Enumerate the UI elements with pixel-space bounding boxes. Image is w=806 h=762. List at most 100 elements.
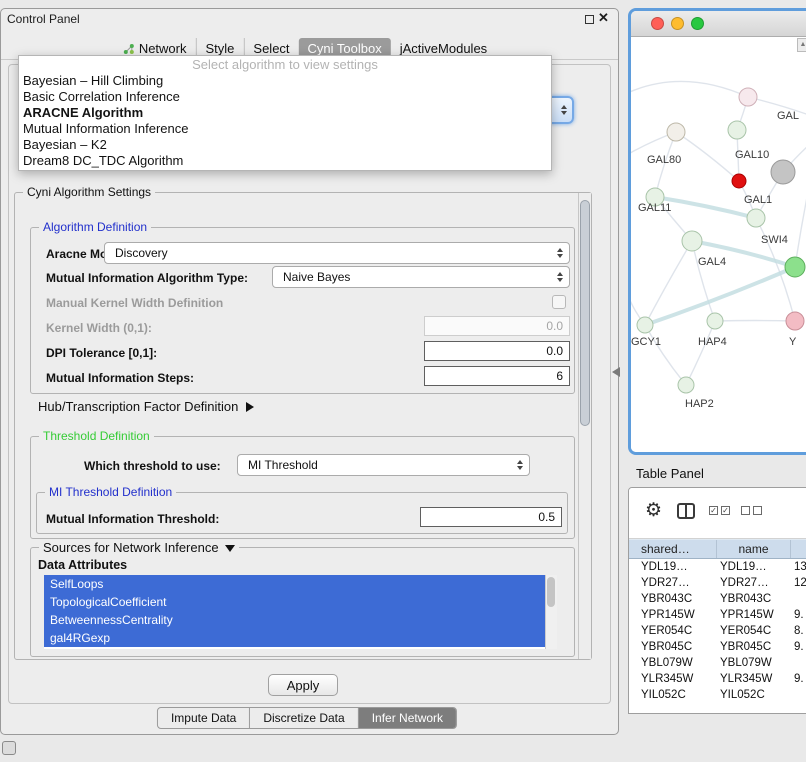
network-node[interactable] [747,209,765,227]
table-row[interactable]: YBR045C YBR045C 9. [629,639,806,655]
screenshot-root: Control Panel ✕ Network Style Select Cyn… [0,0,806,762]
dpi-tolerance-label: DPI Tolerance [0,1]: [46,346,157,360]
taskbar-icon[interactable] [2,741,16,755]
settings-gear-icon[interactable]: ⚙ [645,501,662,521]
node-label: GCY1 [631,336,661,348]
node-label: GAL80 [647,154,681,166]
network-canvas[interactable]: GAL GAL80 GAL10 GAL11 GAL1 SWI4 GAL4 GCY… [631,37,806,452]
bottom-tab[interactable]: Infer Network [358,708,456,728]
network-node[interactable] [637,317,653,333]
table-row[interactable]: YPR145W YPR145W 9. [629,607,806,623]
network-node[interactable] [771,160,795,184]
traffic-light-close[interactable] [651,17,664,30]
manual-kernel-width-checkbox[interactable] [552,295,566,309]
group-title: Algorithm Definition [39,220,151,234]
spinner-icon [557,248,563,258]
mi-threshold-input[interactable]: 0.5 [420,507,562,527]
table-header: shared… name [629,539,806,559]
column-header[interactable] [791,540,806,558]
bottom-tab[interactable]: Discretize Data [249,708,357,728]
network-node[interactable] [682,231,702,251]
network-view-window: GAL GAL80 GAL10 GAL11 GAL1 SWI4 GAL4 GCY… [628,8,806,455]
node-label: GAL1 [744,194,772,206]
scrollbar-thumb[interactable] [547,577,555,607]
list-scrollbar[interactable] [545,575,557,649]
apply-button[interactable]: Apply [268,674,338,696]
network-window-titlebar[interactable] [631,11,806,37]
table-row[interactable]: YBL079W YBL079W [629,655,806,671]
list-item[interactable]: BetweennessCentrality [44,611,545,629]
node-label: GAL11 [638,202,671,214]
network-node[interactable] [732,174,746,188]
network-node[interactable] [728,121,746,139]
network-node[interactable] [739,88,757,106]
mi-type-label: Mutual Information Algorithm Type: [46,271,248,285]
algorithm-option[interactable]: Select algorithm to view settings [19,57,551,73]
node-label: GAL [777,110,799,122]
node-label: HAP2 [685,398,714,410]
panel-collapse-arrow[interactable] [612,367,620,377]
float-window-icon[interactable] [585,15,594,24]
group-title: Threshold Definition [39,429,154,443]
bottom-tab[interactable]: Impute Data [158,708,249,728]
algorithm-option[interactable]: Bayesian – Hill Climbing [19,73,551,89]
table-row[interactable]: YDR27… YDR27… 12 [629,575,806,591]
table-row[interactable]: YDL19… YDL19… 13 [629,559,806,575]
algorithm-option[interactable]: Bayesian – K2 [19,137,551,153]
node-label: SWI4 [761,234,788,246]
group-title: Cyni Algorithm Settings [23,185,155,199]
node-label: Y [789,336,797,348]
network-tab-icon [123,43,135,55]
unselect-all-columns-icon[interactable] [741,506,762,515]
network-node[interactable] [678,377,694,393]
traffic-light-zoom[interactable] [691,17,704,30]
table-row[interactable]: YIL052C YIL052C [629,687,806,703]
table-body: YDL19… YDL19… 13 YDR27… YDR27… 12 YBR043… [629,559,806,703]
table-row[interactable]: YBR043C YBR043C [629,591,806,607]
select-all-columns-icon[interactable]: ✓✓ [709,506,730,515]
network-node[interactable] [785,257,805,277]
algorithm-dropdown-popup: Select algorithm to view settings Bayesi… [18,55,552,171]
traffic-light-minimize[interactable] [671,17,684,30]
show-columns-icon[interactable] [677,503,695,519]
which-threshold-select[interactable]: MI Threshold [237,454,530,476]
mi-algorithm-type-select[interactable]: Naive Bayes [272,266,570,288]
list-item[interactable]: SelfLoops [44,575,545,593]
tab-label: Network [139,41,187,56]
dpi-tolerance-input[interactable]: 0.0 [424,341,570,361]
list-item[interactable]: gal4RGexp [44,629,545,647]
list-item[interactable]: TopologicalCoefficient [44,593,545,611]
node-label: HAP4 [698,336,727,348]
algorithm-option[interactable]: Dream8 DC_TDC Algorithm [19,153,551,169]
spinner-icon [517,460,523,470]
sources-toggle[interactable]: Sources for Network Inference [39,540,239,555]
chevron-down-icon [225,545,235,552]
data-attributes-list[interactable]: SelfLoops TopologicalCoefficient Between… [44,575,557,649]
kernel-width-label: Kernel Width (0,1): [46,321,152,335]
close-icon[interactable]: ✕ [598,10,609,26]
table-row[interactable]: YLR345W YLR345W 9. [629,671,806,687]
mi-steps-input[interactable]: 6 [424,366,570,386]
spinner-icon [561,105,567,115]
table-row[interactable]: YER054C YER054C 8. [629,623,806,639]
scrollbar-thumb[interactable] [580,200,590,426]
aracne-mode-select[interactable]: Discovery [104,242,570,264]
which-threshold-label: Which threshold to use: [84,459,221,473]
data-attributes-label: Data Attributes [38,558,127,572]
network-graph: GAL GAL80 GAL10 GAL11 GAL1 SWI4 GAL4 GCY… [631,37,806,452]
network-node[interactable] [786,312,804,330]
kernel-width-input[interactable]: 0.0 [424,316,570,336]
network-node[interactable] [707,313,723,329]
algorithm-option[interactable]: Mutual Information Inference [19,121,551,137]
chevron-right-icon [246,402,254,412]
table-panel-window: ⚙ ✓✓ shared… name YDL19… YDL19… 13 [628,487,806,714]
hub-definition-toggle[interactable]: Hub/Transcription Factor Definition [38,399,254,414]
selected-value: MI Threshold [248,458,318,472]
scroll-up-button[interactable]: ▲ [797,38,806,52]
network-node[interactable] [667,123,685,141]
node-label: GAL4 [698,256,726,268]
column-header[interactable]: shared… [629,540,717,558]
algorithm-option[interactable]: Basic Correlation Inference [19,89,551,105]
column-header[interactable]: name [717,540,791,558]
algorithm-option[interactable]: ARACNE Algorithm [19,105,551,121]
